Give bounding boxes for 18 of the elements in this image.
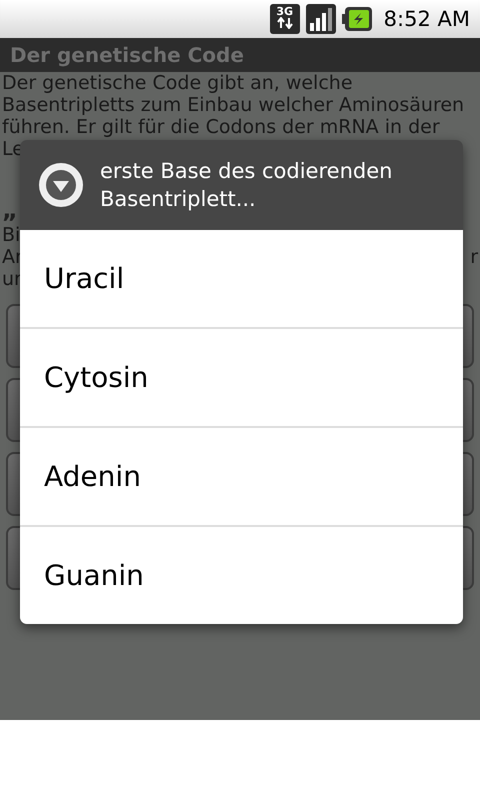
body-text: ur xyxy=(2,268,22,290)
body-text: führen. Er gilt für die Codons der mRNA in der xyxy=(2,116,440,138)
list-item[interactable]: Uracil xyxy=(20,230,463,327)
list-item[interactable]: Cytosin xyxy=(20,327,463,426)
list-item[interactable]: Adenin xyxy=(20,426,463,525)
app-title: Der genetische Code xyxy=(10,43,244,67)
dropdown-icon xyxy=(38,162,84,208)
battery-icon xyxy=(342,7,372,31)
network-icon: 3G xyxy=(270,4,300,34)
body-text: Der genetische Code gibt an, welche xyxy=(2,72,353,94)
body-text: Basentripletts zum Einbau welcher Aminosäuren xyxy=(2,94,464,116)
signal-icon xyxy=(306,4,336,34)
clock-time: 8:52 AM xyxy=(384,7,470,31)
body-text: Bi xyxy=(2,224,20,246)
body-text: „ xyxy=(2,196,18,224)
list-item[interactable]: Guanin xyxy=(20,525,463,624)
dialog-title: erste Base des codierenden Basentriplett... xyxy=(100,158,394,213)
body-text: r xyxy=(470,246,478,268)
